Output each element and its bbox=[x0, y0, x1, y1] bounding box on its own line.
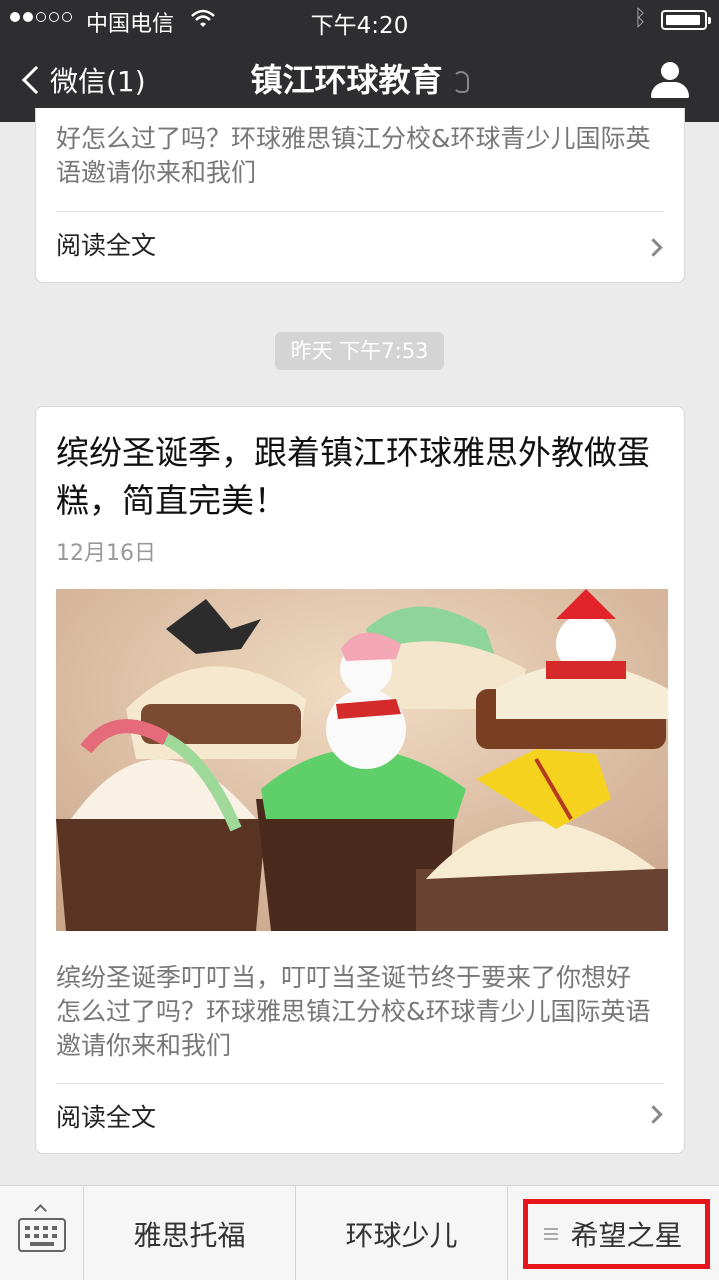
divider bbox=[56, 211, 664, 212]
menu-label: 雅思托福 bbox=[133, 1218, 246, 1252]
article-summary: 好怎么过了吗？环球雅思镇江分校&环球青少儿国际英语邀请你来和我们 bbox=[56, 124, 651, 187]
article-title[interactable]: 缤纷圣诞季，跟着镇江环球雅思外教做蛋糕，简直完美！ bbox=[56, 429, 656, 525]
page-title: 镇江环球教育 bbox=[0, 60, 719, 100]
status-bar: 中国电信 下午4:20 ᛒ bbox=[0, 0, 719, 40]
divider bbox=[56, 1083, 664, 1084]
read-more-link[interactable]: 阅读全文 bbox=[56, 1098, 156, 1134]
menu-star-of-hope[interactable]: 希望之星 bbox=[508, 1186, 719, 1280]
menu-label: 希望之星 bbox=[570, 1218, 683, 1252]
bluetooth-icon: ᛒ bbox=[633, 6, 647, 31]
status-time: 下午4:20 bbox=[310, 13, 409, 39]
chevron-right-icon bbox=[644, 1105, 663, 1124]
article-date: 12月16日 bbox=[56, 541, 156, 566]
menu-global-kids[interactable]: 环球少儿 bbox=[296, 1186, 508, 1280]
read-more-link[interactable]: 阅读全文 bbox=[56, 226, 156, 262]
article-card: 好怎么过了吗？环球雅思镇江分校&环球青少儿国际英语邀请你来和我们 阅读全文 bbox=[35, 108, 685, 283]
article-card[interactable]: 缤纷圣诞季，跟着镇江环球雅思外教做蛋糕，简直完美！ 12月16日 缤纷圣诞季叮叮… bbox=[35, 406, 685, 1154]
profile-icon[interactable] bbox=[651, 62, 689, 100]
keyboard-toggle-button[interactable] bbox=[0, 1186, 84, 1280]
menu-ielts-toefl[interactable]: 雅思托福 bbox=[84, 1186, 296, 1280]
chevron-up-icon bbox=[34, 1204, 47, 1217]
bottom-menu-bar: 雅思托福 环球少儿 希望之星 bbox=[0, 1185, 719, 1280]
page-title-text: 镇江环球教育 bbox=[250, 61, 443, 99]
keyboard-icon bbox=[18, 1218, 66, 1252]
chevron-right-icon bbox=[644, 238, 663, 257]
menu-label: 环球少儿 bbox=[345, 1218, 458, 1252]
hamburger-icon bbox=[544, 1225, 559, 1243]
top-bar: 中国电信 下午4:20 ᛒ 微信(1) 镇江环球教育 bbox=[0, 0, 719, 122]
battery-icon bbox=[661, 10, 711, 30]
message-timestamp: 昨天 下午7:53 bbox=[275, 332, 444, 370]
article-summary: 缤纷圣诞季叮叮当，叮叮当圣诞节终于要来了你想好怎么过了吗？环球雅思镇江分校&环球… bbox=[56, 963, 651, 1060]
cupcakes-cover-image[interactable] bbox=[56, 589, 668, 931]
earpiece-mode-icon bbox=[452, 71, 469, 93]
